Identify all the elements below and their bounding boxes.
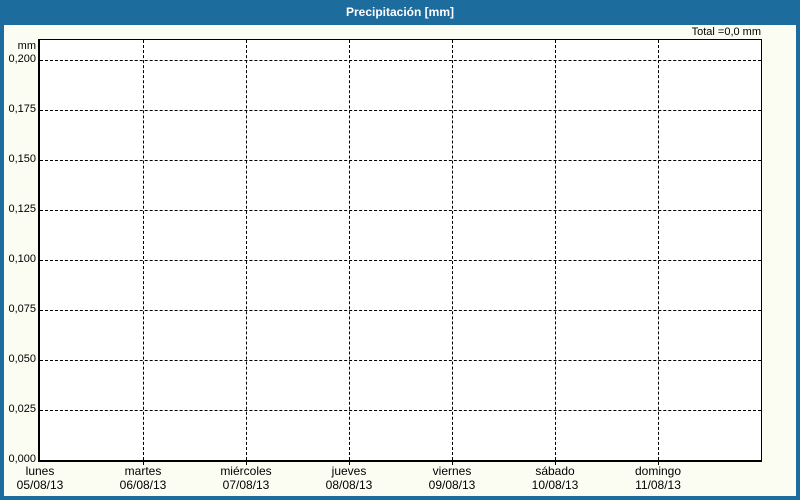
chart-title-bar: Precipitación [mm] — [0, 0, 800, 25]
x-axis-tick-label: sábado10/08/13 — [504, 464, 607, 492]
y-axis-tick-label: 0,125 — [0, 202, 36, 216]
x-axis-day-label: jueves — [298, 464, 401, 478]
vertical-gridline — [143, 40, 144, 460]
horizontal-gridline — [40, 260, 761, 261]
vertical-gridline — [452, 40, 453, 460]
horizontal-gridline — [40, 210, 761, 211]
window-frame-right — [796, 25, 800, 500]
x-axis-date-label: 10/08/13 — [504, 478, 607, 492]
vertical-gridline — [246, 40, 247, 460]
x-axis-tick-label: martes06/08/13 — [92, 464, 195, 492]
chart-window: Precipitación [mm] Total =0,0 mm mm 0,20… — [0, 0, 800, 500]
x-axis-day-label: domingo — [607, 464, 710, 478]
y-axis-tick-label: 0,075 — [0, 302, 36, 316]
x-axis-date-label: 06/08/13 — [92, 478, 195, 492]
vertical-gridline — [555, 40, 556, 460]
x-axis-day-label: martes — [92, 464, 195, 478]
x-axis-tick-label: jueves08/08/13 — [298, 464, 401, 492]
horizontal-gridline — [40, 310, 761, 311]
y-axis-unit-label: mm — [0, 40, 36, 52]
y-axis-tick-label: 0,175 — [0, 102, 36, 116]
x-axis-date-label: 07/08/13 — [195, 478, 298, 492]
x-axis-date-label: 09/08/13 — [401, 478, 504, 492]
y-axis-tick-label: 0,150 — [0, 152, 36, 166]
horizontal-gridline — [40, 160, 761, 161]
horizontal-gridline — [40, 410, 761, 411]
x-axis-tick-label: miércoles07/08/13 — [195, 464, 298, 492]
x-axis-day-label: miércoles — [195, 464, 298, 478]
x-axis-day-label: lunes — [0, 464, 92, 478]
x-axis-date-label: 11/08/13 — [607, 478, 710, 492]
x-axis-tick-label: domingo11/08/13 — [607, 464, 710, 492]
vertical-gridline — [349, 40, 350, 460]
x-axis-day-label: viernes — [401, 464, 504, 478]
y-axis-tick-label: 0,100 — [0, 252, 36, 266]
x-axis-day-label: sábado — [504, 464, 607, 478]
y-axis-tick-label: 0,050 — [0, 352, 36, 366]
horizontal-gridline — [40, 60, 761, 61]
x-axis-tick-label: viernes09/08/13 — [401, 464, 504, 492]
y-axis-tick-label: 0,200 — [0, 52, 36, 66]
horizontal-gridline — [40, 110, 761, 111]
vertical-gridline — [658, 40, 659, 460]
horizontal-gridline — [40, 360, 761, 361]
plot-area — [38, 39, 762, 462]
chart-title: Precipitación [mm] — [346, 5, 454, 19]
total-value-label: Total =0,0 mm — [561, 26, 761, 38]
y-axis-tick-label: 0,025 — [0, 402, 36, 416]
x-axis-date-label: 08/08/13 — [298, 478, 401, 492]
window-frame-bottom — [0, 496, 800, 500]
x-axis-date-label: 05/08/13 — [0, 478, 92, 492]
x-axis-tick-label: lunes05/08/13 — [0, 464, 92, 492]
